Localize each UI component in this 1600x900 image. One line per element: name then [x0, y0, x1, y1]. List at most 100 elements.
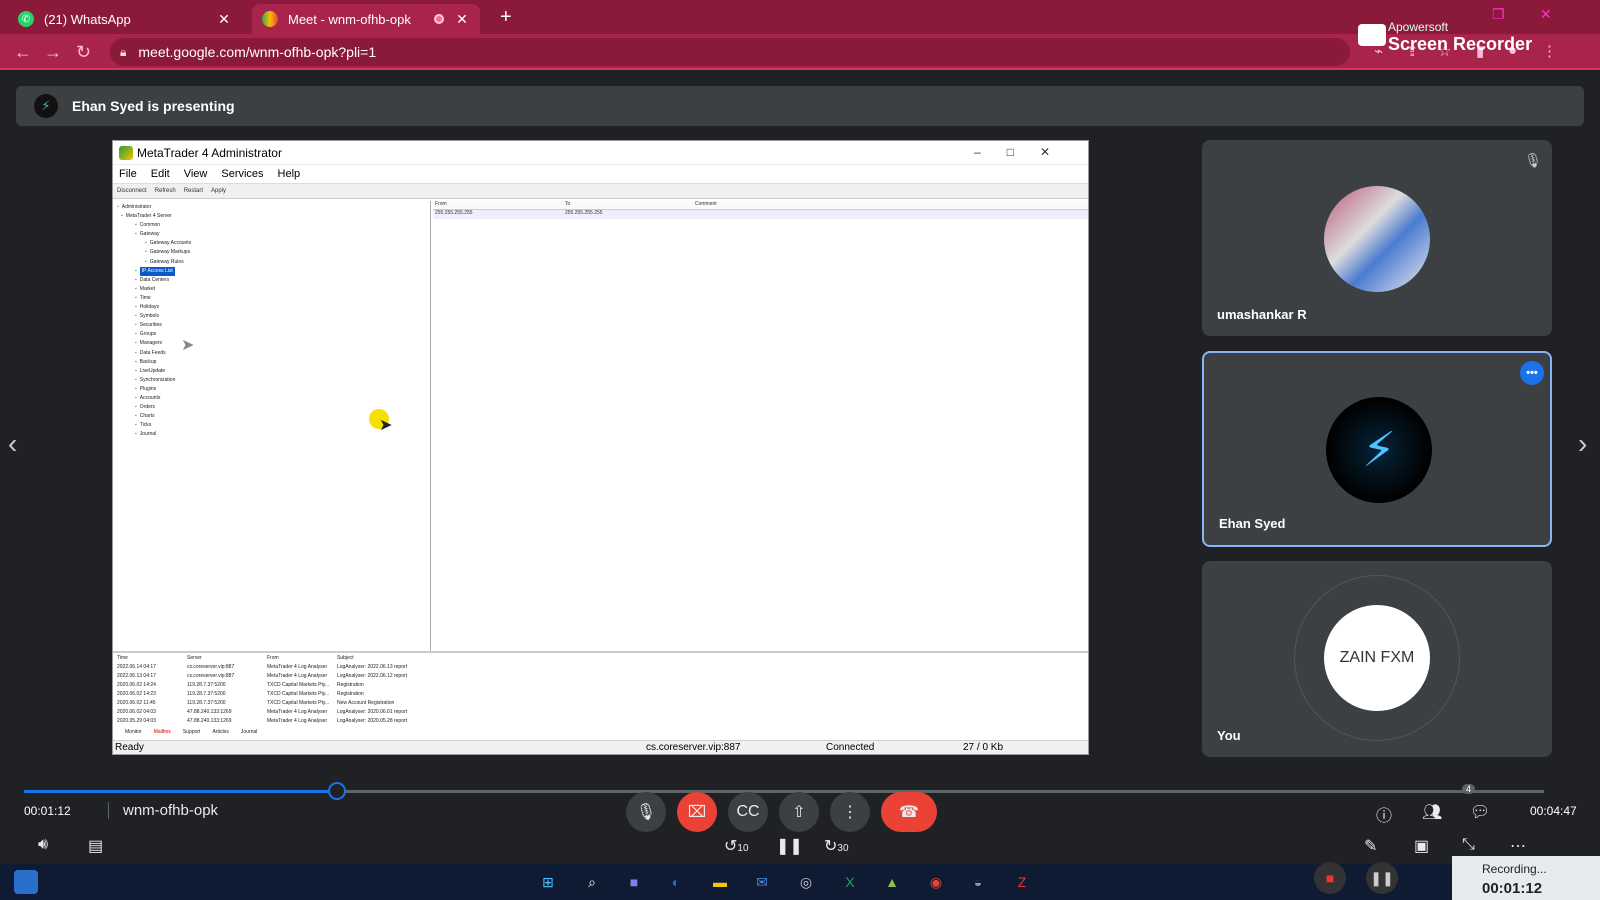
table-row[interactable]: 2022.06.14 04:17 cs.coreserver.vip:887 Met…	[113, 662, 1088, 671]
microphone-button[interactable]: 🎙︎	[626, 792, 666, 832]
tab-whatsapp[interactable]: ✆ (21) WhatsApp ✕	[8, 4, 242, 34]
subtitles-icon[interactable]: ▤	[88, 836, 103, 856]
skip-back-button[interactable]: ↺10	[724, 836, 749, 856]
new-tab-button[interactable]: +	[500, 6, 512, 29]
chat-icon[interactable]: 💬︎	[1470, 802, 1490, 822]
disconnect-button[interactable]: Disconnect	[117, 188, 147, 194]
menu-help[interactable]: Help	[278, 168, 301, 180]
present-button[interactable]: ⇧	[779, 792, 819, 832]
filezilla-icon[interactable]: Z	[1010, 870, 1034, 894]
tab-mailbox[interactable]: Mailbox	[150, 729, 171, 735]
menu-services[interactable]: Services	[221, 168, 263, 180]
pause-button[interactable]: ❚❚	[776, 836, 803, 856]
leave-call-button[interactable]: ☎︎	[881, 792, 937, 832]
chrome-icon[interactable]: ◉	[924, 870, 948, 894]
pause-recording-button[interactable]: ❚❚	[1366, 862, 1398, 894]
tab-journal[interactable]: Journal	[237, 729, 257, 735]
windows-start-icon[interactable]: ⊞	[536, 870, 560, 894]
tree-item[interactable]: Gateway	[117, 230, 426, 239]
url-field[interactable]: 🔒︎ meet.google.com/wnm-ofhb-opk?pli=1	[110, 38, 1350, 66]
excel-icon[interactable]: X	[838, 870, 862, 894]
table-row[interactable]: 2020.06.02 14:24 119.28.7.37:5200 TXCD Cap…	[113, 680, 1088, 689]
dell-icon[interactable]: ◎	[794, 870, 818, 894]
playback-progress[interactable]	[24, 782, 1544, 800]
tree-item[interactable]: Managers	[117, 339, 426, 348]
tree-item[interactable]: Backup	[117, 358, 426, 367]
search-icon[interactable]: ⌕	[580, 870, 604, 894]
participant-tile[interactable]: 🎙︎ umashankar R	[1202, 140, 1552, 336]
refresh-button[interactable]: Refresh	[155, 188, 176, 194]
tree-item[interactable]: Market	[117, 285, 426, 294]
table-row[interactable]: 2020.05.29 04:03 47.88.240.133:1269 MetaTr…	[113, 716, 1088, 725]
participant-tile[interactable]: ZAIN FXM You	[1202, 561, 1552, 757]
tree-item[interactable]: Common	[117, 221, 426, 230]
tab-meet[interactable]: Meet - wnm-ofhb-opk ✕	[252, 4, 480, 34]
next-icon[interactable]: ›	[1578, 428, 1587, 460]
reload-icon[interactable]: ↻	[76, 42, 91, 63]
more-options-icon[interactable]: •••	[1520, 361, 1544, 385]
edge-icon[interactable]: ◐	[664, 870, 688, 894]
info-icon[interactable]: ⓘ	[1376, 802, 1392, 826]
picture-in-picture-icon[interactable]: ▣	[1414, 836, 1429, 856]
tree-item[interactable]: LiveUpdate	[117, 367, 426, 376]
teams-chat-icon[interactable]: ■	[622, 870, 646, 894]
more-icon[interactable]: ⋯	[1510, 836, 1526, 856]
skip-forward-button[interactable]: ↻30	[824, 836, 849, 856]
camera-off-button[interactable]: ⌧	[677, 792, 717, 832]
forward-icon[interactable]: →	[44, 42, 62, 63]
back-icon[interactable]: ←	[14, 42, 32, 63]
mail-icon[interactable]: ✉	[750, 870, 774, 894]
tree-item[interactable]: Symbols	[117, 312, 426, 321]
tree-item[interactable]: Gateway Rules	[117, 258, 426, 267]
widgets-icon[interactable]	[14, 870, 38, 894]
people-icon[interactable]: 👥︎	[1422, 802, 1442, 822]
tree-item-label: Charts	[139, 413, 155, 420]
close-window-icon[interactable]: ✕	[1540, 6, 1552, 23]
tree-item[interactable]: IP Access List	[117, 266, 426, 276]
browser-menu-icon[interactable]: ⋮	[1542, 42, 1557, 60]
tree-item[interactable]: Time	[117, 294, 426, 303]
log-cell: LogAnalyser: 2022.06.12 report	[337, 672, 408, 679]
tree-item[interactable]: Securities	[117, 321, 426, 330]
file-explorer-icon[interactable]: ▬	[708, 870, 732, 894]
log-cell: 119.28.7.37:5200	[187, 690, 226, 697]
previous-icon[interactable]: ‹	[8, 428, 17, 460]
tree-item[interactable]: Synchronization	[117, 376, 426, 385]
tab-support[interactable]: Support	[179, 729, 201, 735]
tab-articles[interactable]: Articles	[208, 729, 228, 735]
tree-item[interactable]: Gateway Accounts	[117, 239, 426, 248]
metatrader-icon[interactable]: ▲	[880, 870, 904, 894]
captions-button[interactable]: CC	[728, 792, 768, 832]
menu-view[interactable]: View	[184, 168, 208, 180]
menu-file[interactable]: File	[119, 168, 137, 180]
pencil-icon[interactable]: ✎	[1364, 836, 1377, 856]
menu-edit[interactable]: Edit	[151, 168, 170, 180]
table-row[interactable]: 255.255.255.255 255.255.255.255	[433, 210, 1088, 219]
tree-item[interactable]: Groups	[117, 330, 426, 339]
table-row[interactable]: 2020.06.02 04:03 47.88.240.133:1269 MetaTr…	[113, 707, 1088, 716]
tree-item[interactable]: Plugins	[117, 385, 426, 394]
exit-fullscreen-icon[interactable]: ⤡	[1462, 836, 1475, 854]
close-icon[interactable]: ✕	[454, 11, 470, 28]
tree-item[interactable]: Accounts	[117, 394, 426, 403]
stop-recording-button[interactable]: ■	[1314, 862, 1346, 894]
table-row[interactable]: 2020.06.02 11:45 119.28.7.37:5200 TXCD Cap…	[113, 698, 1088, 707]
apply-button[interactable]: Apply	[211, 188, 226, 194]
window-controls[interactable]: –□✕	[974, 145, 1076, 159]
tree-item[interactable]: Holidays	[117, 303, 426, 312]
participant-tile[interactable]: ••• ⚡︎ Ehan Syed	[1202, 351, 1552, 547]
close-icon[interactable]: ✕	[216, 11, 232, 28]
tree-item[interactable]: Data Centers	[117, 276, 426, 285]
volume-icon[interactable]: 🔊︎	[38, 836, 48, 854]
tree-item[interactable]: Gateway Markups	[117, 248, 426, 257]
tree-item[interactable]: Administrator	[117, 203, 426, 212]
more-options-button[interactable]: ⋮	[830, 792, 870, 832]
table-row[interactable]: 2020.06.02 14:23 119.28.7.37:5200 TXCD Cap…	[113, 689, 1088, 698]
tree-item[interactable]: Data Feeds	[117, 349, 426, 358]
progress-handle[interactable]	[328, 782, 347, 800]
table-row[interactable]: 2022.06.13 04:17 cs.coreserver.vip:887 Met…	[113, 671, 1088, 680]
tab-monitor[interactable]: Monitor	[121, 729, 142, 735]
recorder-app-icon[interactable]: ◒	[966, 870, 990, 894]
restart-button[interactable]: Restart	[184, 188, 203, 194]
tree-item[interactable]: MetaTrader 4 Server	[117, 212, 426, 221]
